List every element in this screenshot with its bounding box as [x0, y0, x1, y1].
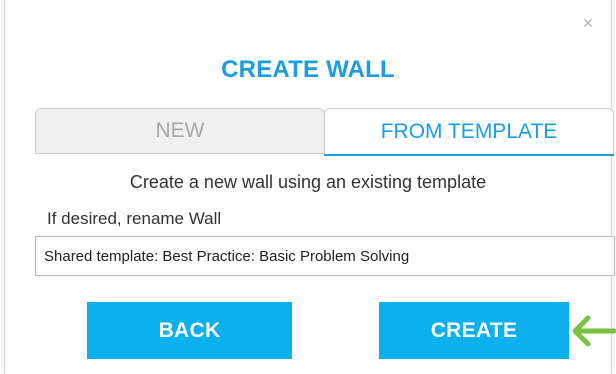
- tab-bar: NEW FROM TEMPLATE: [35, 108, 614, 156]
- screen: × CREATE WALL NEW FROM TEMPLATE Create a…: [0, 0, 616, 374]
- create-wall-dialog: × CREATE WALL NEW FROM TEMPLATE Create a…: [4, 0, 615, 374]
- tab-new[interactable]: NEW: [35, 108, 325, 154]
- tab-from-template[interactable]: FROM TEMPLATE: [324, 108, 614, 154]
- rename-wall-label: If desired, rename Wall: [47, 209, 222, 228]
- wall-name-input[interactable]: [35, 236, 615, 276]
- dialog-description: Create a new wall using an existing temp…: [129, 172, 487, 192]
- back-button[interactable]: BACK: [87, 302, 292, 359]
- active-tab-indicator: [324, 154, 614, 156]
- close-icon[interactable]: ×: [579, 14, 597, 32]
- create-button[interactable]: CREATE: [379, 302, 569, 359]
- dialog-title: CREATE WALL: [221, 56, 395, 83]
- left-arrow-icon: [572, 315, 616, 347]
